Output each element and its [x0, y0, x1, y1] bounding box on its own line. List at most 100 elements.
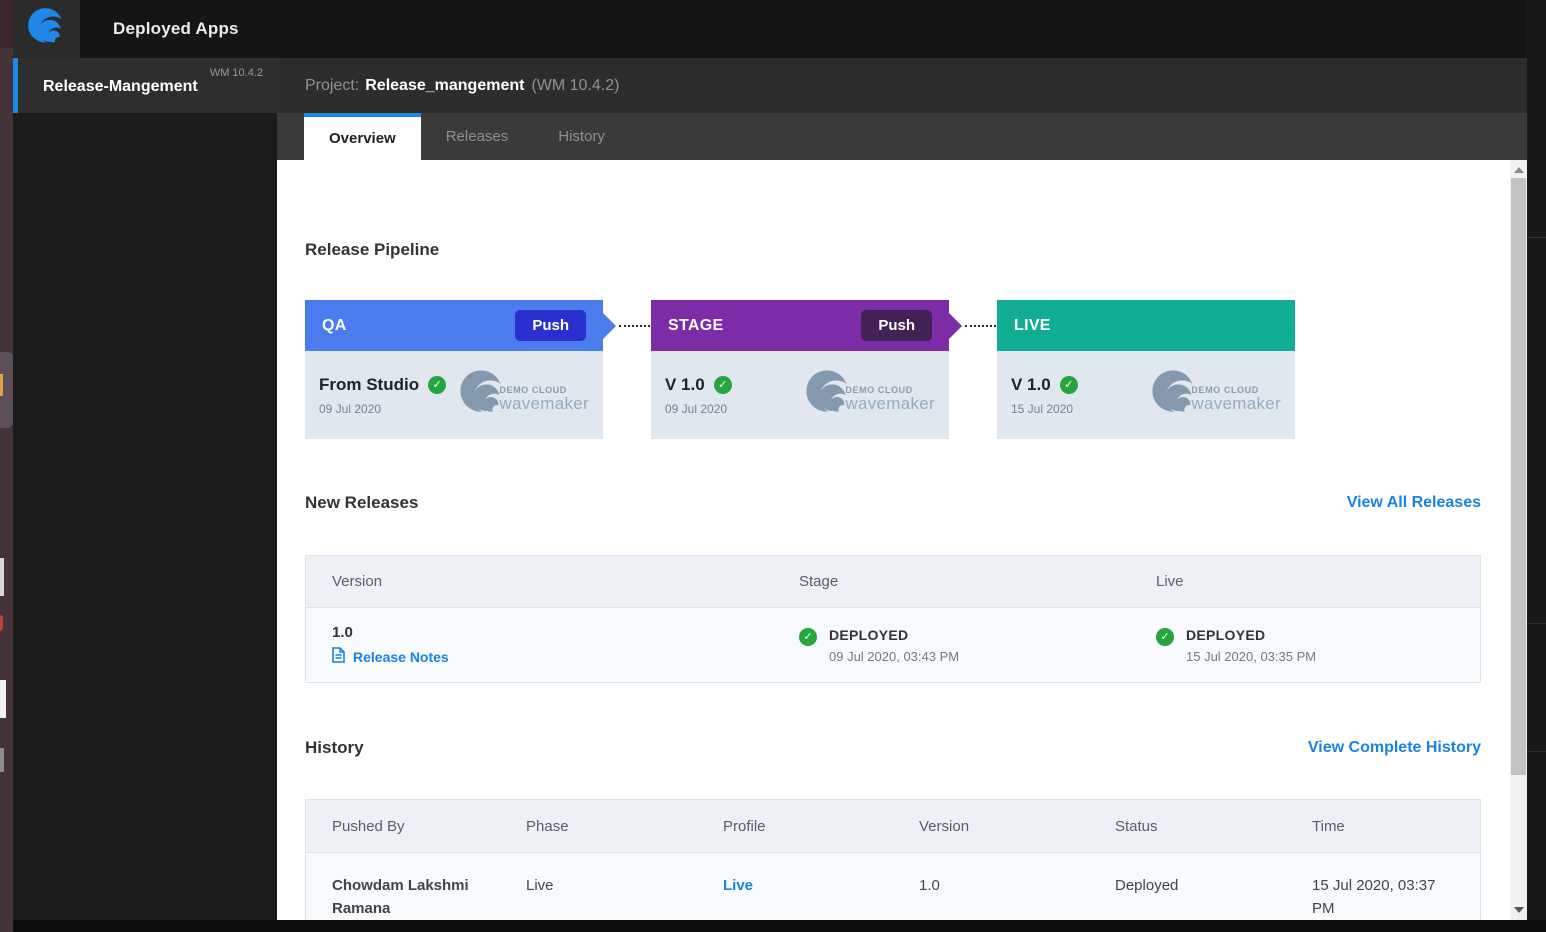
- table-row: Chowdam Lakshmi Ramana Live Live 1.0 Dep…: [306, 852, 1480, 920]
- qa-card-header: QA Push: [305, 300, 603, 351]
- release-version: 1.0: [332, 624, 799, 641]
- column-header-status: Status: [1115, 818, 1312, 835]
- stage-status: DEPLOYED: [829, 627, 959, 643]
- view-all-releases-link[interactable]: View All Releases: [1347, 494, 1481, 512]
- live-status: DEPLOYED: [1186, 627, 1316, 643]
- document-icon: [332, 647, 345, 666]
- new-releases-heading: New Releases: [305, 493, 418, 513]
- qa-version-label: From Studio: [319, 375, 419, 395]
- column-header-profile: Profile: [723, 818, 919, 835]
- check-icon: ✓: [799, 628, 817, 646]
- column-header-stage: Stage: [799, 573, 1156, 590]
- release-pipeline-heading: Release Pipeline: [305, 240, 1481, 260]
- dock-item: [0, 0, 13, 48]
- history-table-header: Pushed By Phase Profile Version Status T…: [306, 800, 1480, 852]
- dock-icon: [0, 374, 3, 396]
- logo-name: wavemaker: [1191, 394, 1281, 414]
- project-name: Release_mangement: [365, 77, 524, 95]
- column-header-pushed-by: Pushed By: [332, 818, 526, 835]
- stage-card-body: V 1.0 ✓ 09 Jul 2020: [651, 351, 949, 439]
- wavemaker-home-button[interactable]: [13, 0, 80, 58]
- dock-icon: [0, 748, 4, 772]
- project-prefix: Project:: [305, 77, 359, 95]
- scrollbar-up-icon[interactable]: [1514, 167, 1524, 173]
- sidebar-item-version: WM 10.4.2: [210, 67, 263, 79]
- tab-bar: Overview Releases History: [277, 113, 1527, 160]
- live-deploy-time: 15 Jul 2020, 03:35 PM: [1186, 649, 1316, 664]
- bottom-bar: [13, 920, 1546, 932]
- tab-history[interactable]: History: [533, 113, 630, 160]
- pipeline-connector: [949, 300, 997, 351]
- tab-overview[interactable]: Overview: [304, 113, 421, 160]
- column-header-version: Version: [332, 573, 799, 590]
- pipeline-connector: [603, 300, 651, 351]
- sidebar-item-label: Release-Mangement: [43, 78, 198, 96]
- column-header-live: Live: [1156, 573, 1480, 590]
- overview-content: Release Pipeline QA Push: [277, 160, 1510, 920]
- project-header: Project: Release_mangement (WM 10.4.2): [277, 58, 1527, 113]
- wavemaker-cloud-logo: DEMO CLOUD wavemaker: [459, 369, 589, 422]
- history-time: 15 Jul 2020, 03:37 PM: [1312, 853, 1480, 920]
- history-profile-link[interactable]: Live: [723, 877, 753, 894]
- dock-icon: [0, 680, 6, 718]
- table-row: 1.0: [306, 607, 1480, 682]
- sidebar: WM 10.4.2 Release-Mangement: [13, 58, 277, 920]
- wavemaker-cloud-logo: DEMO CLOUD wavemaker: [805, 369, 935, 422]
- new-releases-table-header: Version Stage Live: [306, 556, 1480, 607]
- column-header-phase: Phase: [526, 818, 723, 835]
- scrollbar-thumb[interactable]: [1511, 178, 1526, 775]
- history-phase: Live: [526, 853, 723, 920]
- stage-name: STAGE: [668, 317, 861, 335]
- wavemaker-cloud-logo: DEMO CLOUD wavemaker: [1151, 369, 1281, 422]
- live-version-label: V 1.0: [1011, 375, 1051, 395]
- stage-deploy-date: 09 Jul 2020: [665, 402, 732, 416]
- live-card-header: LIVE: [997, 300, 1295, 351]
- project-version: (WM 10.4.2): [531, 77, 619, 95]
- stage-name: QA: [322, 317, 515, 335]
- desktop-right-strip: [1527, 0, 1546, 920]
- page-title: Deployed Apps: [113, 19, 239, 39]
- live-card-body: V 1.0 ✓ 15 Jul 2020: [997, 351, 1295, 439]
- new-releases-table: Version Stage Live 1.0: [305, 555, 1481, 683]
- stage-version-label: V 1.0: [665, 375, 705, 395]
- column-header-version: Version: [919, 818, 1115, 835]
- history-pushed-by: Chowdam Lakshmi Ramana: [332, 853, 526, 920]
- qa-card-body: From Studio ✓ 09 Jul 2020: [305, 351, 603, 439]
- pipeline-card-live: LIVE V 1.0 ✓ 15 Jul 2020: [997, 300, 1295, 439]
- stage-card-header: STAGE Push: [651, 300, 949, 351]
- history-heading: History: [305, 738, 364, 758]
- qa-push-button[interactable]: Push: [515, 310, 586, 341]
- dock-icon: [0, 615, 3, 631]
- view-complete-history-link[interactable]: View Complete History: [1308, 739, 1481, 757]
- vertical-scrollbar[interactable]: [1510, 160, 1527, 920]
- check-icon: ✓: [1156, 628, 1174, 646]
- column-header-time: Time: [1312, 818, 1480, 835]
- top-bar: Deployed Apps: [13, 0, 1527, 58]
- live-status-cell: ✓ DEPLOYED 15 Jul 2020, 03:35 PM: [1156, 627, 1480, 664]
- logo-name: wavemaker: [845, 394, 935, 414]
- wavemaker-logo-icon: [27, 7, 67, 52]
- check-icon: ✓: [428, 376, 446, 394]
- history-status: Deployed: [1115, 853, 1312, 920]
- check-icon: ✓: [714, 376, 732, 394]
- sidebar-item-release-mangement[interactable]: WM 10.4.2 Release-Mangement: [13, 58, 277, 113]
- stage-deploy-time: 09 Jul 2020, 03:43 PM: [829, 649, 959, 664]
- release-notes-link[interactable]: Release Notes: [332, 647, 799, 666]
- stage-name: LIVE: [1014, 317, 1278, 335]
- os-dock-strip: [0, 0, 13, 932]
- stage-status-cell: ✓ DEPLOYED 09 Jul 2020, 03:43 PM: [799, 627, 1156, 664]
- release-pipeline: QA Push From Studio ✓: [305, 300, 1481, 439]
- history-version: 1.0: [919, 853, 1115, 920]
- stage-push-button[interactable]: Push: [861, 310, 932, 341]
- history-table: Pushed By Phase Profile Version Status T…: [305, 799, 1481, 920]
- pipeline-card-stage: STAGE Push V 1.0 ✓: [651, 300, 949, 439]
- tab-releases[interactable]: Releases: [421, 113, 534, 160]
- scrollbar-down-icon[interactable]: [1514, 907, 1524, 913]
- pipeline-card-qa: QA Push From Studio ✓: [305, 300, 603, 439]
- check-icon: ✓: [1060, 376, 1078, 394]
- screen: Deployed Apps WM 10.4.2 Release-Mangemen…: [0, 0, 1546, 932]
- logo-name: wavemaker: [499, 394, 589, 414]
- live-deploy-date: 15 Jul 2020: [1011, 402, 1078, 416]
- dock-icon: [0, 558, 4, 596]
- qa-deploy-date: 09 Jul 2020: [319, 402, 446, 416]
